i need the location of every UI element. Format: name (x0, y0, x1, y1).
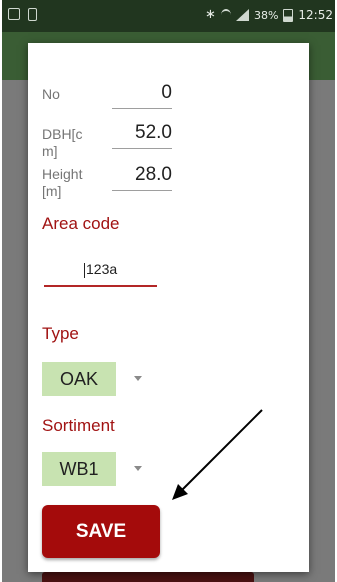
annotation-arrow (172, 409, 263, 500)
